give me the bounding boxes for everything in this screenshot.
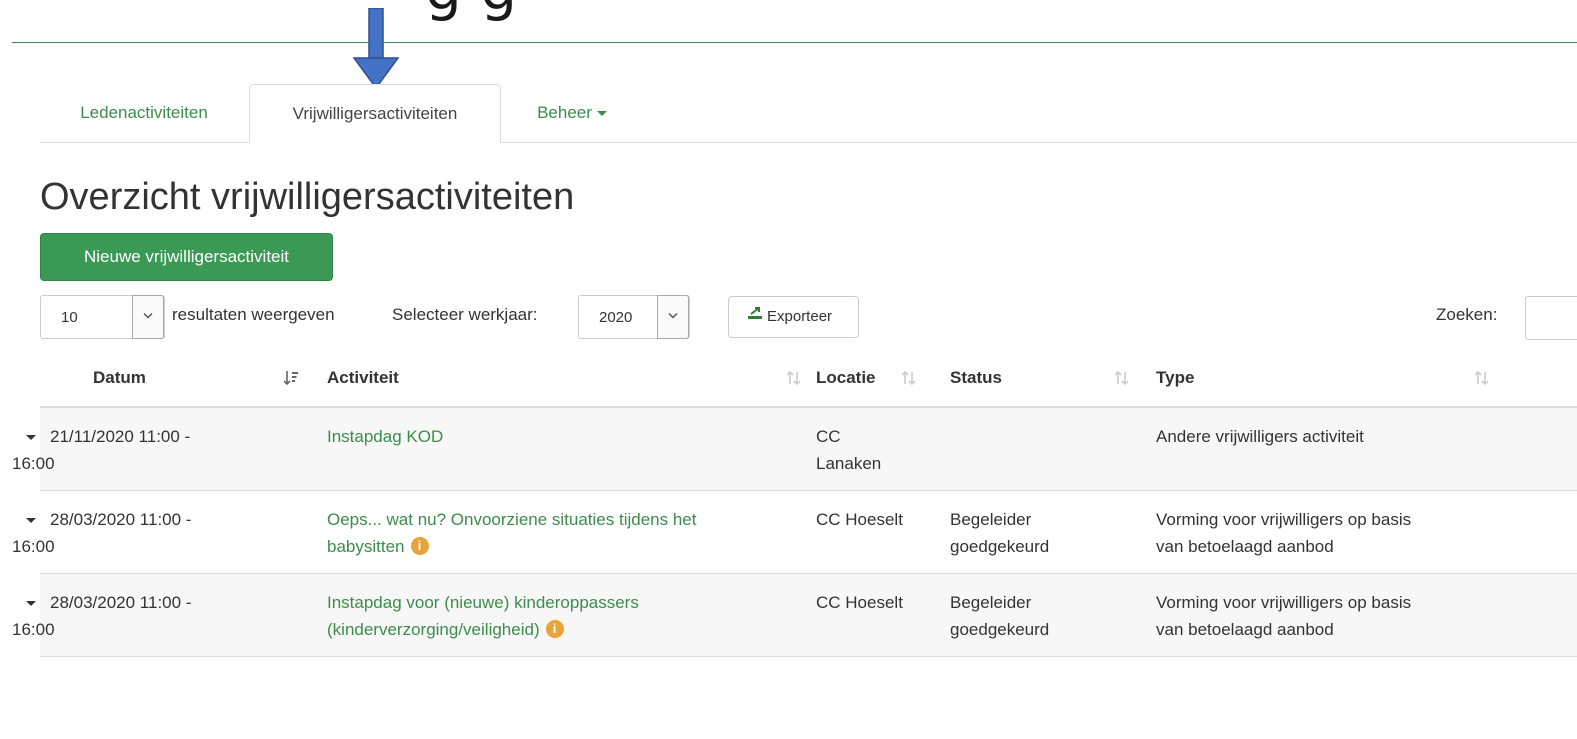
tab-label: Ledenactiviteiten [80,103,208,122]
export-label: Exporteer [767,308,832,325]
status: Begeleider [950,510,1031,529]
activities-table: Datum Activiteit Locatie Status Type 2 [40,352,1577,739]
location: CC Hoeselt [816,593,903,612]
activity-line2: (kinderverzorging/veiligheid) [327,620,540,639]
column-header-type[interactable]: Type [1150,352,1577,407]
annotation-arrow-icon [352,8,400,90]
new-volunteer-activity-button[interactable]: Nieuwe vrijwilligersactiviteit [40,233,333,281]
date-end: 16:00 [12,454,55,473]
type: Vorming voor vrijwilligers op basis [1156,593,1411,612]
cropped-heading-fragment: g g [425,0,517,18]
location: CC Hoeselt [816,510,903,529]
sort-descending-icon [284,370,298,386]
table-row-partial [40,657,1577,739]
location: CC [816,427,841,446]
date-start: 21/11/2020 11:00 - [50,427,190,446]
type-line2: van betoelaagd aanbod [1156,620,1334,639]
activity-line2: babysitten [327,537,405,556]
column-label: Locatie [816,368,876,388]
activity-line1: Instapdag voor (nieuwe) kinderoppassers [327,593,639,612]
expand-row-icon[interactable] [26,518,36,523]
sort-icon [787,370,801,386]
type-line2: van betoelaagd aanbod [1156,537,1334,556]
status: Begeleider [950,593,1031,612]
column-header-datum[interactable]: Datum [40,352,315,407]
results-label: resultaten weergeven [172,305,335,325]
expand-row-icon[interactable] [26,601,36,606]
tab-bar: Ledenactiviteiten Vrijwilligersactivitei… [40,84,1577,143]
type: Vorming voor vrijwilligers op basis [1156,510,1411,529]
green-divider [12,42,1577,43]
tab-beheer[interactable]: Beheer [502,84,642,142]
export-button[interactable]: Exporteer [728,296,859,338]
results-per-page-select[interactable]: 10 [40,295,165,339]
activity-link[interactable]: Oeps... wat nu? Onvoorziene situaties ti… [327,510,696,556]
sort-icon [1475,370,1489,386]
date-start: 28/03/2020 11:00 - [50,593,191,612]
activity-line1: Oeps... wat nu? Onvoorziene situaties ti… [327,510,696,529]
year-select[interactable]: 2020 [578,295,690,339]
column-label: Datum [93,368,146,388]
search-input[interactable] [1525,296,1577,340]
column-label: Activiteit [327,368,399,388]
excel-export-icon [747,296,763,336]
tab-vrijwilligersactiviteiten[interactable]: Vrijwilligersactiviteiten [249,84,501,143]
info-icon[interactable]: i [411,537,429,555]
select-value: 10 [61,296,78,340]
year-label: Selecteer werkjaar: [392,305,538,325]
table-row: 28/03/2020 11:00 -16:00 Oeps... wat nu? … [40,491,1577,574]
chevron-down-icon [657,295,689,339]
expand-row-icon[interactable] [26,435,36,440]
date-end: 16:00 [12,620,55,639]
sort-icon [902,370,916,386]
tab-label: Beheer [537,103,592,122]
status-line2: goedgekeurd [950,620,1049,639]
table-row: 21/11/2020 11:00 -16:00 Instapdag KOD CC… [40,407,1577,491]
location-line2: Lanaken [816,454,881,473]
column-label: Status [950,368,1002,388]
sort-icon [1115,370,1129,386]
search-label: Zoeken: [1436,305,1497,325]
column-header-locatie[interactable]: Locatie [810,352,945,407]
type: Andere vrijwilligers activiteit [1156,427,1364,446]
date-end: 16:00 [12,537,55,556]
status-line2: goedgekeurd [950,537,1049,556]
caret-down-icon [597,111,607,116]
tab-ledenactiviteiten[interactable]: Ledenactiviteiten [40,84,248,142]
table-row: 28/03/2020 11:00 -16:00 Instapdag voor (… [40,574,1577,657]
info-icon[interactable]: i [546,620,564,638]
column-label: Type [1156,368,1194,388]
select-value: 2020 [599,296,632,340]
page-title: Overzicht vrijwilligersactiviteiten [40,176,574,219]
chevron-down-icon [132,295,164,339]
activity-link[interactable]: Instapdag KOD [327,427,443,446]
tab-label: Vrijwilligersactiviteiten [293,104,458,123]
activity-link[interactable]: Instapdag voor (nieuwe) kinderoppassers (… [327,593,639,639]
column-header-status[interactable]: Status [945,352,1150,407]
date-start: 28/03/2020 11:00 - [50,510,191,529]
column-header-activiteit[interactable]: Activiteit [315,352,810,407]
